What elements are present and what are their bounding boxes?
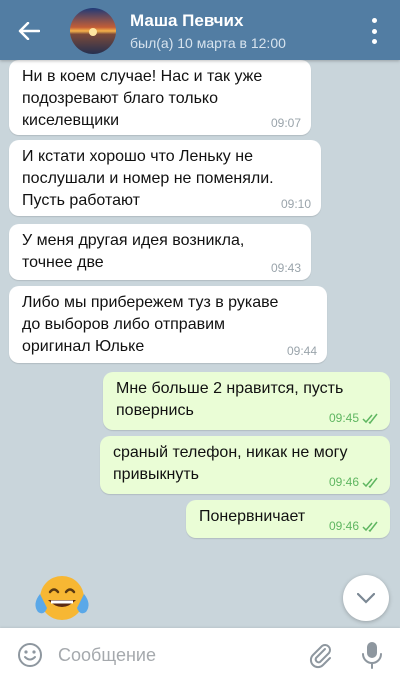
double-check-icon bbox=[362, 521, 378, 532]
message-outgoing[interactable]: сраный телефон, никак не могу привыкнуть… bbox=[100, 436, 390, 494]
last-seen-status: был(а) 10 марта в 12:00 bbox=[130, 35, 286, 51]
double-check-icon bbox=[362, 413, 378, 424]
chat-header: Маша Певчих был(а) 10 марта в 12:00 bbox=[0, 0, 400, 60]
paperclip-icon[interactable] bbox=[306, 641, 334, 669]
message-time: 09:07 bbox=[270, 116, 301, 130]
microphone-icon[interactable] bbox=[360, 640, 384, 670]
message-incoming[interactable]: Ни в коем случае! Нас и так уже подозрев… bbox=[9, 60, 311, 135]
message-text: Ни в коем случае! Нас и так уже подозрев… bbox=[22, 68, 263, 129]
message-incoming[interactable]: Либо мы прибережем туз в рукаве до выбор… bbox=[9, 286, 327, 363]
chevron-down-icon bbox=[357, 592, 375, 604]
message-text: И кстати хорошо что Леньку не послушали … bbox=[22, 148, 274, 209]
message-text: Либо мы прибережем туз в рукаве до выбор… bbox=[22, 294, 279, 355]
more-vertical-icon[interactable] bbox=[366, 18, 382, 44]
avatar[interactable] bbox=[70, 8, 116, 54]
message-text: У меня другая идея возникла, точнее две bbox=[22, 232, 245, 271]
double-check-icon bbox=[362, 477, 378, 488]
message-incoming[interactable]: И кстати хорошо что Леньку не послушали … bbox=[9, 140, 321, 216]
smile-icon[interactable] bbox=[16, 641, 44, 669]
contact-name[interactable]: Маша Певчих bbox=[130, 11, 243, 31]
scroll-down-button[interactable] bbox=[343, 575, 389, 621]
message-outgoing[interactable]: Мне больше 2 нравится, пусть повернись 0… bbox=[103, 372, 390, 430]
message-list[interactable]: Ни в коем случае! Нас и так уже подозрев… bbox=[0, 60, 400, 623]
tears-of-joy-emoji bbox=[35, 576, 89, 620]
message-time: 09:45 bbox=[328, 411, 359, 425]
message-incoming[interactable]: У меня другая идея возникла, точнее две … bbox=[9, 224, 311, 280]
message-time: 09:46 bbox=[328, 475, 359, 489]
message-outgoing[interactable]: Понервничает 09:46 bbox=[186, 500, 390, 538]
message-time: 09:46 bbox=[328, 519, 359, 533]
composer-bar bbox=[0, 628, 400, 681]
message-time: 09:10 bbox=[280, 197, 311, 211]
message-time: 09:43 bbox=[270, 261, 301, 275]
message-time: 09:44 bbox=[286, 344, 317, 358]
message-input[interactable] bbox=[58, 640, 288, 670]
back-arrow-icon[interactable] bbox=[14, 16, 44, 46]
